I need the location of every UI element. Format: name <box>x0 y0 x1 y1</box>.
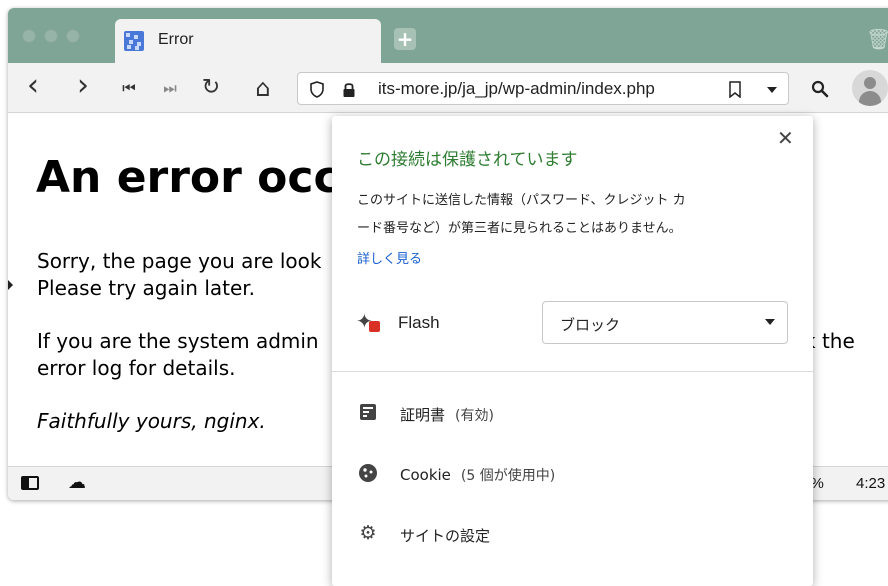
bookmark-icon[interactable] <box>729 81 741 98</box>
reload-button[interactable]: ↻ <box>199 75 223 101</box>
chevron-down-icon[interactable] <box>767 87 777 93</box>
tab-bar: Error + 🗑 <box>8 8 888 63</box>
trash-icon[interactable]: 🗑 <box>866 27 888 51</box>
avatar[interactable] <box>852 70 888 106</box>
cookie-label-text: Cookie <box>400 466 451 484</box>
popup-description-line-1: このサイトに送信した情報（パスワード、クレジット カ <box>357 193 686 208</box>
site-settings-item[interactable]: ⚙ サイトの設定 <box>332 510 813 560</box>
site-settings-label: サイトの設定 <box>400 527 491 545</box>
fast-forward-button[interactable]: ⏭ <box>159 75 181 101</box>
search-icon[interactable] <box>811 80 829 98</box>
cookie-item[interactable]: Cookie (5 個が使用中) <box>332 450 813 500</box>
close-window-button[interactable] <box>22 29 36 43</box>
signature: Faithfully yours, nginx. <box>37 409 266 433</box>
error-paragraph-1-line-2: Please try again later. <box>37 276 256 300</box>
learn-more-link[interactable]: 詳しく見る <box>357 248 422 267</box>
site-info-popup: ✕ この接続は保護されています このサイトに送信した情報（パスワード、クレジット… <box>332 116 813 586</box>
gear-icon: ⚙ <box>359 522 377 544</box>
clock: 4:23 <box>856 475 886 492</box>
cookie-count: (5 個が使用中) <box>460 468 556 484</box>
certificate-label: 証明書 (有効) <box>400 404 494 425</box>
popup-title: この接続は保護されています <box>357 150 578 170</box>
certificate-item[interactable]: 証明書 (有効) <box>332 389 813 439</box>
tab-title: Error <box>158 31 194 48</box>
cookie-icon <box>359 464 377 482</box>
maximize-window-button[interactable] <box>66 29 80 43</box>
flash-label: Flash <box>398 313 440 332</box>
blocked-badge-icon <box>369 321 380 332</box>
close-icon[interactable]: ✕ <box>777 126 794 150</box>
shield-icon[interactable] <box>310 81 324 98</box>
url-text[interactable]: its-more.jp/ja_jp/wp-admin/index.php <box>378 79 655 99</box>
new-tab-button[interactable]: + <box>394 28 416 50</box>
error-paragraph-2-line-1: If you are the system admin <box>37 329 319 353</box>
divider <box>332 371 813 372</box>
certificate-status: (有効) <box>455 408 494 424</box>
cookie-label: Cookie (5 個が使用中) <box>400 465 555 485</box>
tab-error[interactable]: Error <box>115 19 381 63</box>
chevron-down-icon <box>765 319 775 325</box>
back-button[interactable]: ‹ <box>22 71 44 101</box>
address-bar[interactable]: its-more.jp/ja_jp/wp-admin/index.php <box>297 72 789 105</box>
certificate-label-text: 証明書 <box>400 406 446 424</box>
certificate-icon <box>360 404 376 420</box>
flash-permission-value: ブロック <box>560 316 621 334</box>
page-title: An error occ <box>36 152 340 203</box>
cloud-icon[interactable]: ☁ <box>68 472 86 493</box>
home-button[interactable]: ⌂ <box>251 75 275 101</box>
side-panel-handle[interactable] <box>8 280 13 290</box>
favicon-icon <box>124 31 144 51</box>
toolbar: ‹ › ⏮ ⏭ ↻ ⌂ its-more.jp/ja_jp/wp-admin/i… <box>8 63 888 113</box>
forward-button[interactable]: › <box>72 71 94 101</box>
flash-permission-select[interactable]: ブロック <box>542 301 788 344</box>
lock-icon[interactable] <box>342 81 356 98</box>
minimize-window-button[interactable] <box>44 29 58 43</box>
rewind-button[interactable]: ⏮ <box>118 75 140 101</box>
error-paragraph-1-line-1: Sorry, the page you are look <box>37 249 322 273</box>
panel-toggle-icon[interactable] <box>21 476 39 490</box>
error-paragraph-2-line-2: error log for details. <box>37 356 236 380</box>
popup-description-line-2: ード番号など）が第三者に見られることはありません。 <box>357 221 682 236</box>
popup-description: このサイトに送信した情報（パスワード、クレジット カ ード番号など）が第三者に見… <box>357 187 787 243</box>
